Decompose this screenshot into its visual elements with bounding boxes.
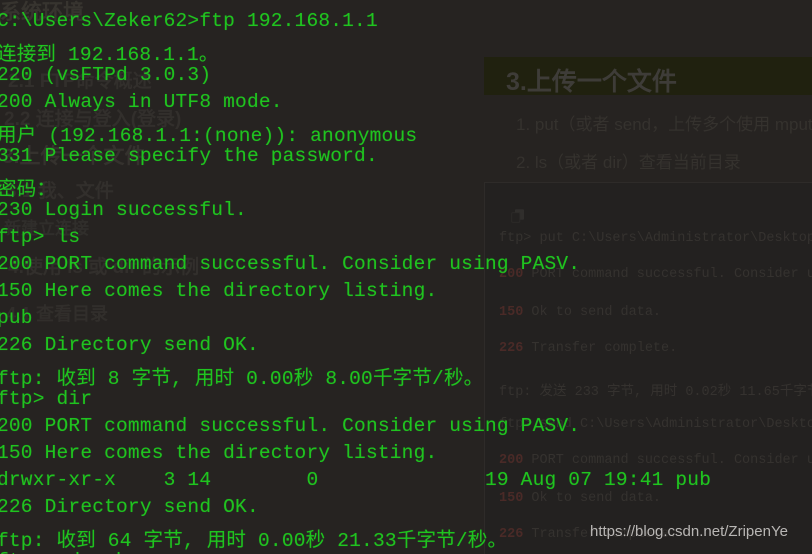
background-heading: 2.1 FTP命令概述 — [8, 71, 152, 92]
background-article-layer: 系统环境 2.1 FTP命令概述 2.2 连接与登入(登录) 3.上传一个文件 3.1 … — [0, 0, 812, 554]
code-line: 200 PORT command successful. Consider us… — [499, 267, 812, 282]
copy-icon[interactable] — [509, 207, 527, 225]
code-line-text: ftp> put C:\Users\Administrator\Desktop\… — [499, 231, 812, 246]
terminal-line: 150 Here comes the directory listing. — [0, 280, 438, 302]
terminal-line: ftp> cd pub — [0, 550, 128, 554]
code-status-number: 200 — [499, 267, 524, 282]
screenshot-root: 系统环境 2.1 FTP命令概述 2.2 连接与登入(登录) 3.上传一个文件 3.1 … — [0, 0, 812, 554]
terminal-line: ftp: 收到 64 字节, 用时 0.00秒 21.33千字节/秒。 — [0, 530, 508, 552]
code-line: ftp> send C:\Users\Administrator\Desktop… — [499, 417, 812, 432]
terminal-line: 150 Here comes the directory listing. — [0, 442, 438, 464]
terminal-line: 200 Always in UTF8 mode. — [0, 91, 283, 113]
terminal-line: pub — [0, 307, 33, 329]
code-line: ftp: 发送 233 字节, 用时 0.02秒 11.65千字节/秒。 — [499, 379, 812, 400]
terminal-line: 密码： — [0, 179, 57, 201]
code-line-text: Ok to send data. — [523, 491, 662, 506]
background-heading: 3.1 我、文件 — [6, 181, 114, 202]
terminal-line: 230 Login successful. — [0, 199, 247, 221]
code-status-number: 226 — [499, 527, 524, 542]
terminal-line: 连接到 192.168.1.1。 — [0, 44, 219, 66]
terminal-line: 226 Directory send OK. — [0, 334, 259, 356]
terminal-line: ftp> ls — [0, 226, 81, 248]
background-code-block: ftp> put C:\Users\Administrator\Desktop\… — [484, 182, 812, 554]
terminal-line: C:\Users\Zeker62>ftp 192.168.1.1 — [0, 10, 378, 32]
terminal-line: 200 PORT command successful. Consider us… — [0, 415, 581, 437]
background-list-item-2: 2. ls（或者 dir）查看当前目录 — [516, 153, 741, 172]
code-status-number: 200 — [499, 453, 524, 468]
terminal-line: ftp> dir — [0, 388, 93, 410]
code-line-text: PORT command successful. Consider using … — [531, 267, 812, 282]
code-line: 150 Ok to send data. — [499, 305, 661, 320]
code-status-number: 226 — [499, 341, 524, 356]
terminal-line: drwxr-xr-x 3 14 0 19 Aug 07 19:41 pub — [0, 469, 712, 491]
code-line: 150 Ok to send data. — [499, 491, 661, 506]
code-line-text: PORT command successful. Consider using … — [531, 453, 812, 468]
background-list-item-1: 1. put（或者 send，上传多个使用 mput） — [516, 115, 812, 134]
code-line-text: ftp: 发送 233 字节, 用时 0.02秒 11.65千字节/秒。 — [499, 385, 812, 400]
code-line-text: Transfer complete. — [523, 341, 678, 356]
code-line-text: ftp> send C:\Users\Administrator\Desktop… — [499, 417, 812, 432]
background-heading: 3.上传一个文件 — [2, 145, 146, 168]
code-line: 226 Transfer complete. — [499, 341, 677, 356]
background-section-title-text: 3.上传一个文件 — [506, 68, 677, 96]
background-heading: 2.2 连接与登入(登录) — [4, 109, 182, 130]
terminal-line: 200 PORT command successful. Consider us… — [0, 253, 581, 275]
watermark-url: https://blog.csdn.net/ZripenYe — [590, 523, 788, 540]
terminal-output-layer: C:\Users\Zeker62>ftp 192.168.1.1 连接到 192.… — [0, 0, 812, 554]
code-line: ftp> put C:\Users\Administrator\Desktop\… — [499, 231, 812, 246]
code-status-number: 150 — [499, 491, 524, 506]
terminal-line: 用户 (192.168.1.1:(none)): anonymous — [0, 125, 418, 147]
background-heading: 系统环境 — [0, 1, 84, 24]
background-heading: 4.使用 ls 或 dir 的示例 — [8, 257, 200, 278]
code-status-number: 150 — [499, 305, 524, 320]
background-section-title: 3.上传一个文件 — [484, 57, 812, 96]
code-line-text: Ok to send data. — [523, 305, 662, 320]
terminal-line: 226 Directory send OK. — [0, 496, 259, 518]
terminal-line: 331 Please specify the password. — [0, 145, 378, 167]
background-heading: 新建立连接 — [4, 219, 89, 238]
terminal-line: ftp: 收到 8 字节, 用时 0.00秒 8.00千字节/秒。 — [0, 368, 484, 390]
terminal-line: 220 (vsFTPd 3.0.3) — [0, 64, 212, 86]
background-heading: 4.1 查看目录 — [6, 304, 109, 324]
code-line: 200 PORT command successful. Consider us… — [499, 453, 812, 468]
